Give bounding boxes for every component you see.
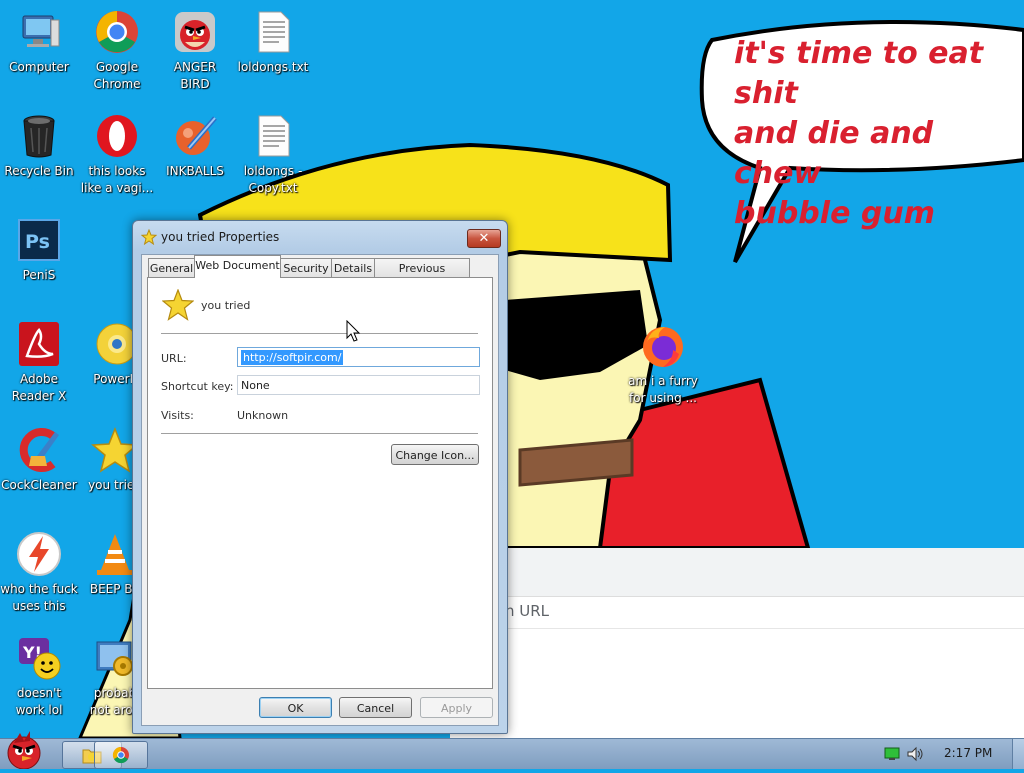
network-icon[interactable] <box>884 747 900 761</box>
text-file-icon <box>249 112 297 160</box>
url-label: URL: <box>161 352 187 365</box>
desktop: it's time to eat shit and die and chew b… <box>0 0 1024 738</box>
desktop-icon-label: loldongs.txt <box>237 60 309 74</box>
url-value: http://softpir.com/ <box>241 350 344 365</box>
desktop-icon-label: this looks like a vagi... <box>80 164 154 195</box>
ok-button[interactable]: OK <box>259 697 332 718</box>
desktop-icon-am-i-a-furry[interactable]: am i a furry for using ... <box>624 322 702 407</box>
desktop-icon-computer[interactable]: Computer <box>0 8 78 76</box>
desktop-icon-label: PeniS <box>22 268 56 282</box>
apply-button[interactable]: Apply <box>420 697 493 718</box>
desktop-icon-penis[interactable]: Ps PeniS <box>0 216 78 284</box>
dialog-title: you tried Properties <box>161 230 280 244</box>
properties-dialog[interactable]: you tried Properties ✕ General Web Docum… <box>132 220 508 734</box>
browser-toolbar <box>450 548 1024 597</box>
desktop-icon-label: doesn't work lol <box>15 686 63 717</box>
angry-bird-icon <box>7 731 41 770</box>
svg-text:Ps: Ps <box>25 231 50 253</box>
taskbar: 2:17 PM <box>0 731 1024 770</box>
desktop-icon-label: Computer <box>9 60 69 74</box>
desktop-icon-anger-bird[interactable]: ANGER BIRD <box>156 8 234 93</box>
background-browser-window[interactable]: n URL <box>450 548 1024 738</box>
desktop-icon-label: Adobe Reader X <box>11 372 67 403</box>
separator <box>161 433 478 435</box>
opera-icon <box>93 112 141 160</box>
desktop-icon-label: Recycle Bin <box>4 164 74 178</box>
desktop-icon-label: CockCleaner <box>1 478 77 492</box>
desktop-icon-google-chrome[interactable]: Google Chrome <box>78 8 156 93</box>
volume-icon[interactable] <box>906 746 924 762</box>
chrome-icon <box>93 8 141 56</box>
chrome-icon <box>112 746 129 764</box>
browser-divider <box>450 628 1024 629</box>
separator <box>161 333 478 335</box>
visits-value: Unknown <box>237 409 289 422</box>
visits-label: Visits: <box>161 409 194 422</box>
shortcut-key-label: Shortcut key: <box>161 380 234 393</box>
desktop-icon-label: Google Chrome <box>93 60 141 91</box>
tab-web-document[interactable]: Web Document <box>194 255 281 278</box>
browser-url-hint[interactable]: n URL <box>505 602 549 620</box>
tab-previous-versions[interactable]: Previous Versions <box>374 258 470 294</box>
show-desktop-button[interactable] <box>1012 739 1024 769</box>
desktop-icon-recycle-bin[interactable]: Recycle Bin <box>0 112 78 180</box>
desktop-icon-cockcleaner[interactable]: CockCleaner <box>0 426 78 494</box>
computer-icon <box>15 8 63 56</box>
star-icon <box>161 288 195 325</box>
inkball-icon <box>171 112 219 160</box>
close-button[interactable]: ✕ <box>467 229 501 248</box>
angry-bird-icon <box>171 8 219 56</box>
taskbar-clock[interactable]: 2:17 PM <box>944 746 992 760</box>
desktop-icon-loldongs-copy-txt[interactable]: loldongs - Copy.txt <box>234 112 312 197</box>
adobe-reader-icon <box>15 320 63 368</box>
change-icon-button[interactable]: Change Icon... <box>391 444 479 465</box>
desktop-icon-opera[interactable]: this looks like a vagi... <box>78 112 156 197</box>
start-button[interactable] <box>2 731 48 773</box>
lightning-icon <box>15 530 63 578</box>
desktop-icon-inkballs[interactable]: INKBALLS <box>156 112 234 180</box>
desktop-icon-who-uses-this[interactable]: who the fuck uses this <box>0 530 78 615</box>
desktop-icon-adobe-reader[interactable]: Adobe Reader X <box>0 320 78 405</box>
recycle-bin-icon <box>15 112 63 160</box>
tab-details[interactable]: Details <box>331 258 375 278</box>
photoshop-icon: Ps <box>15 216 63 264</box>
url-input[interactable]: http://softpir.com/ <box>237 347 480 367</box>
bubble-text: it's time to eat shit and die and chew b… <box>734 36 984 231</box>
text-file-icon <box>249 8 297 56</box>
tab-security[interactable]: Security <box>280 258 332 278</box>
shortcut-key-input[interactable]: None <box>237 375 480 395</box>
star-icon <box>140 228 158 249</box>
desktop-icon-label: loldongs - Copy.txt <box>243 164 303 195</box>
tab-panel-web-document: you tried URL: http://softpir.com/ Short… <box>147 277 493 689</box>
firefox-icon <box>639 322 687 370</box>
cancel-button[interactable]: Cancel <box>339 697 412 718</box>
desktop-icon-label: am i a furry for using ... <box>628 374 698 405</box>
desktop-icon-label: INKBALLS <box>166 164 224 178</box>
dialog-client-area: General Web Document Security Details Pr… <box>141 254 499 726</box>
desktop-icon-loldongs-txt[interactable]: loldongs.txt <box>234 8 312 76</box>
desktop-icon-label: ANGER BIRD <box>173 60 217 91</box>
tab-general[interactable]: General <box>148 258 195 278</box>
desktop-icon-label: who the fuck uses this <box>0 582 78 613</box>
taskbar-button-chrome[interactable] <box>94 741 148 769</box>
shortcut-name: you tried <box>201 299 251 312</box>
desktop-icon-doesnt-work[interactable]: Y! doesn't work lol <box>0 634 78 719</box>
ccleaner-icon <box>15 426 63 474</box>
yahoo-icon: Y! <box>15 634 63 682</box>
mouse-cursor-icon <box>346 320 361 342</box>
